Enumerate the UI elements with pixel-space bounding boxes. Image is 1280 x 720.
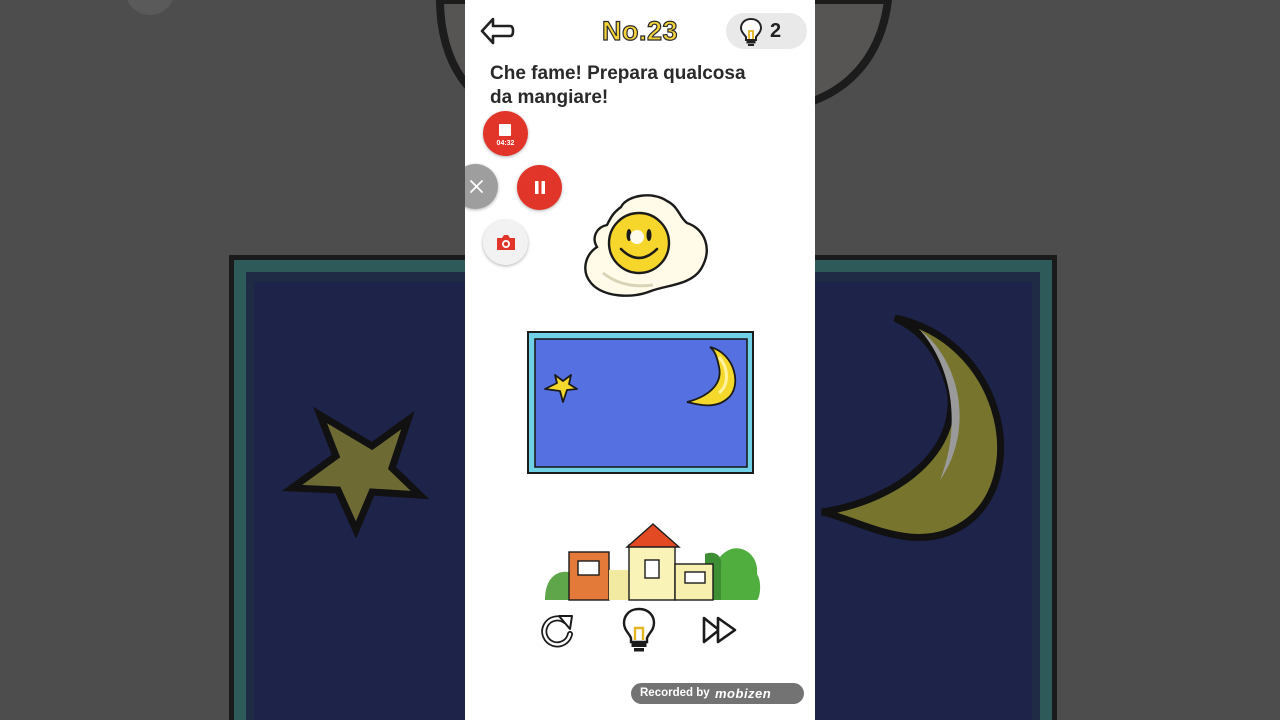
hint-button[interactable] (621, 606, 657, 654)
record-pause-button[interactable] (517, 165, 562, 210)
stop-icon (499, 124, 511, 136)
hint-lightbulb-icon (622, 607, 656, 652)
record-stop-button[interactable]: 04:32 (483, 111, 528, 156)
pause-icon (535, 181, 545, 194)
watermark-prefix: Recorded by (640, 687, 710, 699)
game-screen: No.23 2 Che fame! Prepara qualcosa da ma… (465, 0, 815, 720)
hint-count-badge[interactable]: 2 (726, 13, 807, 49)
question-line-1: Che fame! Prepara qualcosa (490, 63, 746, 84)
record-close-button[interactable] (465, 164, 498, 209)
question-line-2: da mangiare! (490, 87, 609, 108)
record-timer: 04:32 (496, 140, 515, 147)
close-icon (470, 180, 483, 193)
question-text: Che fame! Prepara qualcosa da mangiare! (490, 62, 790, 110)
level-title: No.23 (601, 15, 679, 46)
screenshot-button[interactable] (483, 220, 528, 265)
fried-egg[interactable] (583, 193, 713, 301)
skip-button[interactable] (701, 614, 739, 646)
back-arrow-icon (480, 17, 515, 45)
restart-button[interactable] (541, 612, 577, 648)
recording-watermark: Recorded by mobizen (631, 683, 804, 704)
restart-icon (541, 615, 573, 648)
houses-scene (545, 523, 761, 601)
back-button[interactable] (479, 16, 515, 46)
hint-count: 2 (770, 20, 782, 42)
camera-icon (497, 235, 515, 250)
night-painting[interactable] (527, 331, 755, 475)
lightbulb-icon (739, 17, 763, 46)
skip-icon (702, 616, 737, 644)
watermark-brand: mobizen (715, 686, 772, 701)
